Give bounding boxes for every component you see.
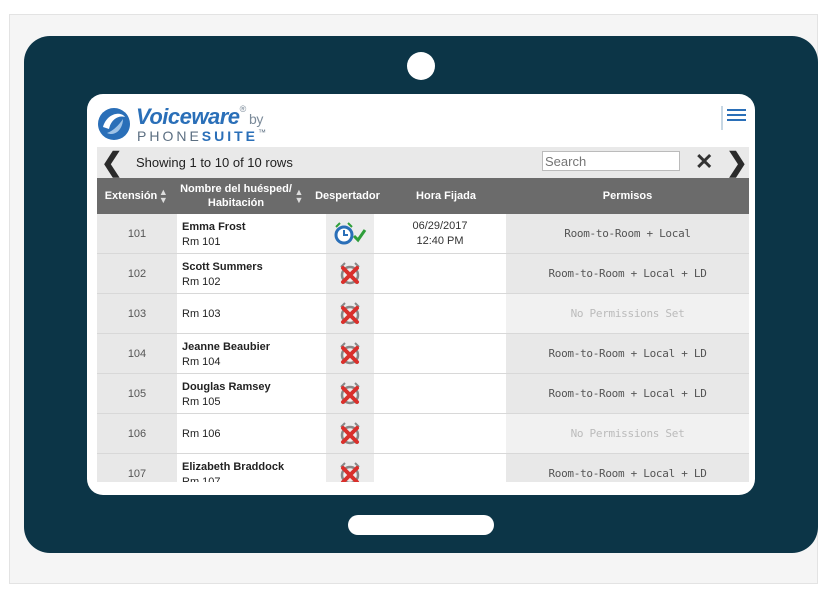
showing-rows-text: Showing 1 to 10 of 10 rows	[136, 155, 293, 170]
cell-wakeup[interactable]	[326, 414, 374, 453]
room-number: Rm 104	[182, 356, 221, 368]
cell-extension: 104	[97, 334, 177, 373]
cell-scheduled-time: 06/29/2017 12:40 PM	[375, 214, 505, 253]
alarm-clock-cancelled-icon	[340, 341, 360, 364]
alarm-clock-cancelled-icon	[340, 261, 360, 284]
prev-page-button[interactable]: ❮	[101, 149, 123, 175]
guest-name: Elizabeth Braddock	[182, 461, 285, 473]
room-number: Rm 101	[182, 236, 221, 248]
table-row[interactable]: 107 Elizabeth Braddock Rm 107 Room-to-Room …	[97, 454, 749, 482]
guest-name: Scott Summers	[182, 261, 263, 273]
cell-wakeup[interactable]	[326, 454, 374, 482]
table-row[interactable]: 105 Douglas Ramsey Rm 105 Room-to-Room + Lo…	[97, 374, 749, 414]
table-row[interactable]: 103 Rm 103 No Permissions Set	[97, 294, 749, 334]
cell-extension: 106	[97, 414, 177, 453]
cell-guest: Elizabeth Braddock Rm 107	[177, 454, 324, 482]
room-number: Rm 102	[182, 276, 221, 288]
cell-scheduled-time	[375, 294, 505, 333]
guest-name: Jeanne Beaubier	[182, 341, 271, 353]
cell-scheduled-time	[375, 254, 505, 293]
cell-wakeup[interactable]	[326, 294, 374, 333]
room-number: Rm 107	[182, 476, 221, 482]
cell-extension: 103	[97, 294, 177, 333]
cell-guest: Douglas Ramsey Rm 105	[177, 374, 324, 413]
cell-extension: 105	[97, 374, 177, 413]
sort-arrows-icon: ▲ ▼	[158, 187, 168, 205]
cell-scheduled-time	[375, 334, 505, 373]
cell-scheduled-time	[375, 374, 505, 413]
table-body: 101 Emma Frost Rm 101 06/29/2017 12:40 PM Roo…	[97, 214, 749, 482]
cell-permissions[interactable]: No Permissions Set	[506, 294, 749, 333]
cell-guest: Jeanne Beaubier Rm 104	[177, 334, 324, 373]
room-number: Rm 103	[182, 308, 221, 320]
cell-permissions[interactable]: Room-to-Room + Local + LD	[506, 374, 749, 413]
room-number: Rm 106	[182, 428, 221, 440]
table-row[interactable]: 101 Emma Frost Rm 101 06/29/2017 12:40 PM Roo…	[97, 214, 749, 254]
cell-wakeup[interactable]	[326, 254, 374, 293]
cell-wakeup[interactable]	[326, 374, 374, 413]
cell-wakeup[interactable]	[326, 214, 374, 253]
clear-search-button[interactable]: ✕	[695, 149, 713, 175]
alarm-clock-cancelled-icon	[340, 301, 360, 324]
cell-permissions[interactable]: Room-to-Room + Local + LD	[506, 254, 749, 293]
guest-name: Emma Frost	[182, 221, 246, 233]
header-extension[interactable]: Extensión ▲ ▼	[97, 178, 176, 214]
tablet-home-button	[348, 515, 494, 535]
table-row[interactable]: 106 Rm 106 No Permissions Set	[97, 414, 749, 454]
phonesuite-logo-icon	[98, 108, 130, 140]
header-permisos: Permisos	[602, 190, 653, 202]
header-despertador: Despertador	[315, 190, 380, 202]
hamburger-menu-icon[interactable]	[721, 106, 749, 130]
table-toolbar: ❮ Showing 1 to 10 of 10 rows ✕ ❯	[97, 147, 749, 178]
table-row[interactable]: 102 Scott Summers Rm 102 Room-to-Room + Loc…	[97, 254, 749, 294]
cell-guest: Scott Summers Rm 102	[177, 254, 324, 293]
wakeup-date: 06/29/2017	[412, 220, 468, 232]
next-page-button[interactable]: ❯	[726, 149, 748, 175]
sort-arrows-icon: ▲ ▼	[294, 187, 304, 205]
voiceware-logo: Voiceware® by PHONESUITE™	[97, 104, 327, 144]
cell-permissions[interactable]: Room-to-Room + Local + LD	[506, 454, 749, 482]
guest-name: Douglas Ramsey	[182, 381, 271, 393]
cell-scheduled-time	[375, 414, 505, 453]
cell-extension: 102	[97, 254, 177, 293]
cell-extension: 101	[97, 214, 177, 253]
cell-guest: Rm 103	[177, 294, 324, 333]
table-row[interactable]: 104 Jeanne Beaubier Rm 104 Room-to-Room + L…	[97, 334, 749, 374]
table-header: Extensión ▲ ▼ Nombre del huésped/Habitaci…	[97, 178, 749, 214]
header-guest-name[interactable]: Nombre del huésped/Habitación ▲ ▼	[177, 178, 307, 214]
header-hora-fijada: Hora Fijada	[416, 190, 476, 202]
cell-scheduled-time	[375, 454, 505, 482]
alarm-clock-cancelled-icon	[340, 421, 360, 444]
logo-phonesuite-text: PHONESUITE™	[137, 128, 270, 144]
logo-voiceware-text: Voiceware® by	[136, 104, 263, 129]
wakeup-time: 12:40 PM	[416, 235, 464, 247]
tablet-camera	[407, 52, 435, 80]
cell-guest: Emma Frost Rm 101	[177, 214, 324, 253]
cell-wakeup[interactable]	[326, 334, 374, 373]
room-number: Rm 105	[182, 396, 221, 408]
cell-permissions[interactable]: Room-to-Room + Local + LD	[506, 334, 749, 373]
alarm-clock-check-icon	[334, 221, 367, 244]
alarm-clock-cancelled-icon	[340, 461, 360, 482]
cell-permissions[interactable]: No Permissions Set	[506, 414, 749, 453]
search-input[interactable]	[542, 151, 680, 171]
alarm-clock-cancelled-icon	[340, 381, 360, 404]
cell-permissions[interactable]: Room-to-Room + Local	[506, 214, 749, 253]
cell-guest: Rm 106	[177, 414, 324, 453]
tablet-screen: Voiceware® by PHONESUITE™ ❮ Showing 1 to…	[87, 94, 755, 495]
cell-extension: 107	[97, 454, 177, 482]
